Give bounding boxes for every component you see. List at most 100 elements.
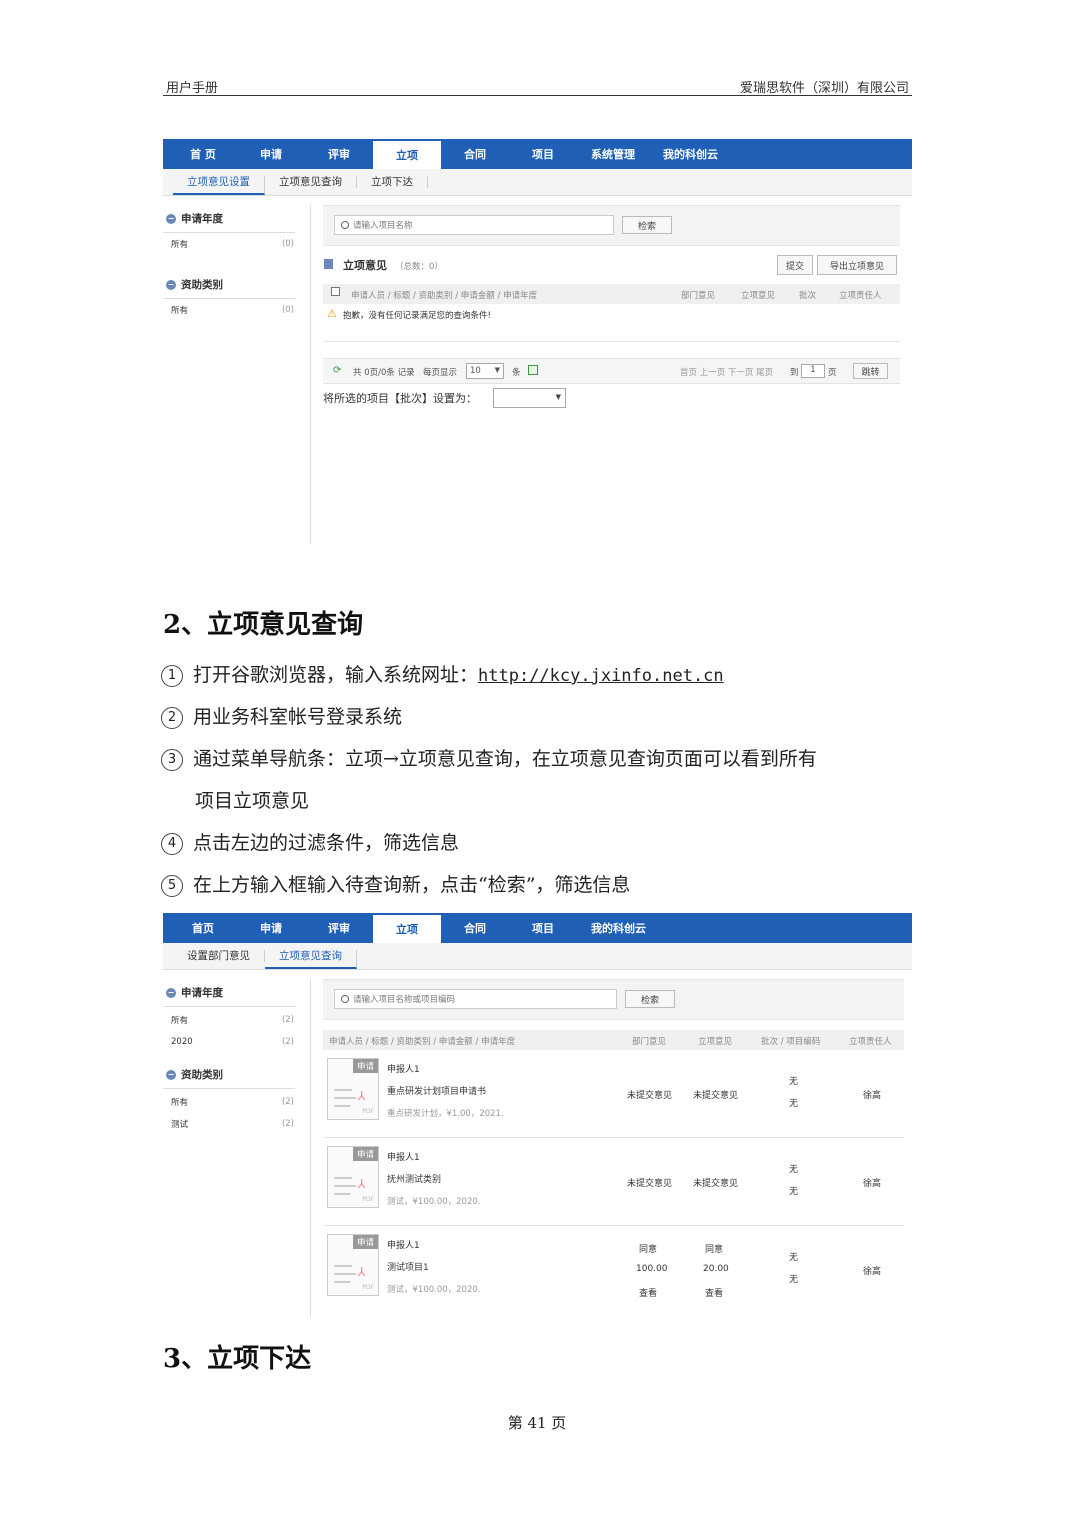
step-number: 3 bbox=[161, 749, 183, 771]
project-code: 无 bbox=[789, 1187, 799, 1197]
step-text: 用业务科室帐号登录系统 bbox=[193, 706, 403, 728]
col-header: 立项意见 bbox=[741, 291, 776, 301]
page-number-input[interactable]: 1 bbox=[801, 364, 825, 378]
page-header: 用户手册 爱瑞思软件（深圳）有限公司 bbox=[163, 76, 912, 96]
nav-contract[interactable]: 合同 bbox=[441, 913, 509, 943]
approval-view-link[interactable]: 查看 bbox=[705, 1286, 723, 1299]
filter-group-category[interactable]: − 资助类别 bbox=[163, 1061, 295, 1089]
nav-my-cloud[interactable]: 我的科创云 bbox=[649, 139, 732, 169]
submit-button[interactable]: 提交 bbox=[777, 255, 813, 275]
owner: 徐高 bbox=[863, 1179, 882, 1189]
search-button[interactable]: 检索 bbox=[622, 216, 672, 234]
refresh-icon[interactable]: ⟳ bbox=[333, 365, 341, 376]
search-input[interactable]: 请输入项目名称或项目编码 bbox=[334, 989, 617, 1009]
nav-project-approval[interactable]: 立项 bbox=[373, 139, 441, 169]
dept-opinion: 未提交意见 bbox=[627, 1091, 673, 1101]
excel-icon[interactable] bbox=[528, 365, 538, 375]
search-icon bbox=[341, 995, 349, 1003]
doc-type-tag: 申请 bbox=[352, 1147, 378, 1161]
batch-setting: 将所选的项目【批次】设置为： ▼ bbox=[323, 384, 900, 410]
section-title: 立项意见 bbox=[343, 259, 387, 272]
col-header: 部门意见 bbox=[681, 291, 716, 301]
filter-item[interactable]: 所有 (0) bbox=[163, 299, 310, 321]
minus-circle-icon: − bbox=[166, 279, 176, 290]
tab-dept-opinion[interactable]: 设置部门意见 bbox=[173, 950, 265, 962]
dept-view-link[interactable]: 查看 bbox=[639, 1286, 657, 1299]
jump-button[interactable]: 跳转 bbox=[853, 363, 888, 379]
warning-icon: ⚠ bbox=[327, 307, 337, 320]
table-row[interactable]: 申请 ⅄ PDF 申报人1 抚州测试类别 测试，¥100.00，2020. 未提交意… bbox=[323, 1138, 904, 1226]
page-size-select[interactable]: 10 ▼ bbox=[466, 363, 504, 379]
table-header: 申请人员 / 标题 / 资助类别 / 申请金额 / 申请年度 部门意见 立项意见… bbox=[323, 284, 900, 304]
filter-group-year[interactable]: − 申请年度 bbox=[163, 979, 295, 1007]
filter-group-category[interactable]: − 资助类别 bbox=[163, 271, 295, 299]
minus-circle-icon: − bbox=[166, 213, 176, 224]
section-count: （总数：0） bbox=[395, 262, 443, 272]
empty-message: 抱歉，没有任何记录满足您的查询条件! bbox=[343, 311, 491, 321]
filter-item[interactable]: 测试 (2) bbox=[163, 1113, 310, 1135]
step-number: 4 bbox=[161, 833, 183, 855]
step-4: 4 点击左边的过滤条件，筛选信息 bbox=[161, 828, 459, 855]
filter-item-label: 2020 bbox=[171, 1037, 193, 1047]
filter-group-year[interactable]: − 申请年度 bbox=[163, 205, 295, 233]
nav-project-approval[interactable]: 立项 bbox=[373, 913, 441, 943]
applicant: 申报人1 bbox=[387, 1241, 420, 1251]
filter-item[interactable]: 所有 (2) bbox=[163, 1091, 310, 1113]
system-url-link[interactable]: http://kcy.jxinfo.net.cn bbox=[478, 666, 724, 686]
search-button[interactable]: 检索 bbox=[625, 990, 675, 1008]
nav-review[interactable]: 评审 bbox=[305, 913, 373, 943]
project-title[interactable]: 测试项目1 bbox=[387, 1260, 429, 1273]
filter-sidebar: − 申请年度 所有 (0) − 资助类别 所有 (0) bbox=[163, 205, 311, 544]
project-title[interactable]: 抚州测试类别 bbox=[387, 1172, 441, 1185]
nav-home[interactable]: 首页 bbox=[169, 913, 237, 943]
approval-opinion: 未提交意见 bbox=[693, 1179, 739, 1189]
nav-apply[interactable]: 申请 bbox=[237, 139, 305, 169]
filter-item[interactable]: 所有 (0) bbox=[163, 233, 310, 255]
filter-item[interactable]: 2020 (2) bbox=[163, 1031, 310, 1053]
table-row[interactable]: 申请 ⅄ PDF 申报人1 重点研发计划项目申请书 重点研发计划，¥1.00，202… bbox=[323, 1050, 904, 1138]
pdf-document-icon: 申请 ⅄ PDF bbox=[327, 1146, 379, 1208]
dept-opinion: 同意 bbox=[639, 1245, 658, 1255]
nav-my-cloud[interactable]: 我的科创云 bbox=[577, 913, 660, 943]
search-input[interactable]: 请输入项目名称 bbox=[334, 215, 614, 235]
main-panel: 请输入项目名称 检索 立项意见 （总数：0） 提交 导出立项意见 申请人员 / … bbox=[323, 205, 900, 544]
search-placeholder: 请输入项目名称 bbox=[353, 221, 413, 231]
tab-approval-issue[interactable]: 立项下达 bbox=[357, 176, 428, 188]
top-nav: 首 页 申请 评审 立项 合同 项目 系统管理 我的科创云 bbox=[163, 139, 912, 169]
batch-select[interactable]: ▼ bbox=[493, 388, 566, 408]
step-text: 在上方输入框输入待查询新，点击“检索”，筛选信息 bbox=[193, 874, 631, 896]
nav-project[interactable]: 项目 bbox=[509, 139, 577, 169]
filter-sidebar: − 申请年度 所有 (2) 2020 (2) − 资助类别 所有 (2) 测试 (2) bbox=[163, 979, 311, 1317]
tab-opinion-settings[interactable]: 立项意见设置 bbox=[173, 176, 265, 195]
filter-item[interactable]: 所有 (2) bbox=[163, 1009, 310, 1031]
nav-project[interactable]: 项目 bbox=[509, 913, 577, 943]
pager-nav[interactable]: 首页 上一页 下一页 尾页 bbox=[680, 366, 773, 378]
export-button[interactable]: 导出立项意见 bbox=[817, 255, 897, 275]
batch: 无 bbox=[789, 1077, 799, 1087]
project-code: 无 bbox=[789, 1099, 799, 1109]
step-number: 5 bbox=[161, 875, 183, 897]
nav-review[interactable]: 评审 bbox=[305, 139, 373, 169]
project-meta: 重点研发计划，¥1.00，2021. bbox=[387, 1109, 504, 1119]
table-row[interactable]: 申请 ⅄ PDF 申报人1 测试项目1 测试，¥100.00，2020. 同意 10… bbox=[323, 1226, 904, 1314]
col-header: 立项责任人 bbox=[839, 291, 882, 301]
nav-apply[interactable]: 申请 bbox=[237, 913, 305, 943]
filter-item-label: 所有 bbox=[171, 1098, 189, 1108]
project-title[interactable]: 重点研发计划项目申请书 bbox=[387, 1084, 486, 1097]
tab-opinion-query[interactable]: 立项意见查询 bbox=[265, 176, 357, 188]
screenshot-opinion-settings: 首 页 申请 评审 立项 合同 项目 系统管理 我的科创云 立项意见设置 立项意… bbox=[163, 139, 912, 544]
nav-contract[interactable]: 合同 bbox=[441, 139, 509, 169]
pager-total: 共 0页/0条 记录 bbox=[353, 368, 415, 378]
sub-nav: 设置部门意见 立项意见查询 bbox=[163, 943, 912, 970]
step-3: 3 通过菜单导航条：立项→立项意见查询，在立项意见查询页面可以看到所有 bbox=[161, 744, 817, 771]
nav-system[interactable]: 系统管理 bbox=[577, 139, 649, 169]
select-all-checkbox[interactable] bbox=[331, 287, 340, 296]
screenshot-opinion-query: 首页 申请 评审 立项 合同 项目 我的科创云 设置部门意见 立项意见查询 − 申… bbox=[163, 913, 912, 1317]
nav-home[interactable]: 首 页 bbox=[169, 139, 237, 169]
tab-opinion-query[interactable]: 立项意见查询 bbox=[265, 950, 357, 969]
col-header: 立项意见 bbox=[698, 1037, 733, 1047]
page-number: 第 41 页 bbox=[507, 1414, 567, 1432]
col-header: 部门意见 bbox=[632, 1037, 667, 1047]
step-text: 打开谷歌浏览器，输入系统网址： bbox=[193, 664, 479, 686]
pdf-document-icon: 申请 ⅄ PDF bbox=[327, 1058, 379, 1120]
